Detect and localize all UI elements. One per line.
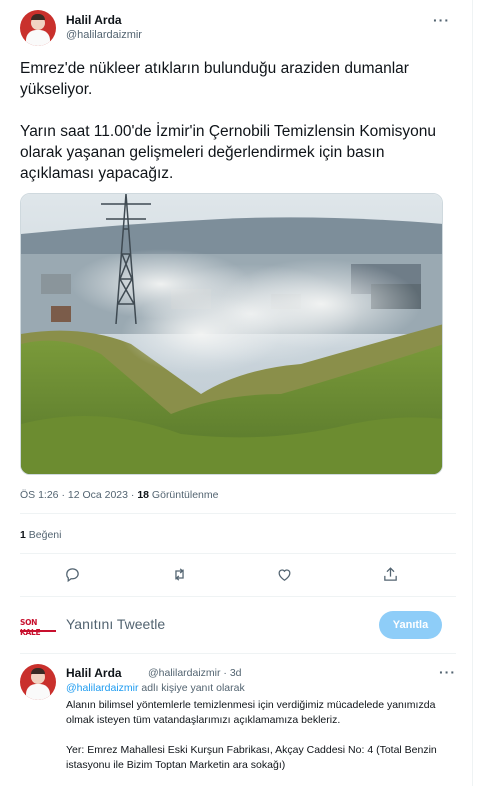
divider: [20, 513, 456, 514]
author-handle[interactable]: @halilardaizmir: [66, 29, 142, 41]
more-options-icon[interactable]: ···: [439, 664, 456, 680]
tweet-timestamp[interactable]: ÖS 1:26 · 12 Oca 2023 · 18 Görüntülenme: [20, 489, 218, 501]
reply-button[interactable]: Yanıtla: [379, 611, 442, 639]
tweet-header: Halil Arda @halilardaizmir ···: [20, 10, 450, 50]
reply-author-name[interactable]: Halil Arda: [66, 666, 122, 680]
likes-stat[interactable]: 1 Beğeni: [20, 529, 61, 541]
reply-input[interactable]: Yanıtını Tweetle: [66, 616, 165, 632]
user-avatar-logo[interactable]: SON KALE: [20, 618, 56, 637]
avatar[interactable]: [20, 664, 56, 700]
reply-paragraph: Alanın bilimsel yöntemlerle temizlenmesi…: [66, 699, 436, 726]
divider: [20, 596, 456, 597]
tweet-text: Emrez'de nükleer atıkların bulunduğu ara…: [20, 58, 450, 205]
tweet-actions: [20, 560, 456, 588]
replying-to-link[interactable]: @halilardaizmir: [66, 682, 139, 694]
author-name[interactable]: Halil Arda: [66, 13, 122, 27]
avatar[interactable]: [20, 10, 56, 46]
divider: [20, 653, 456, 654]
views-count: 18: [137, 489, 150, 501]
share-icon[interactable]: [378, 562, 402, 586]
views-label: Görüntülenme: [149, 489, 219, 501]
reply-paragraph: Yer: Emrez Mahallesi Eski Kurşun Fabrika…: [66, 744, 437, 771]
tweet-detail-page: Halil Arda @halilardaizmir ··· Emrez'de …: [0, 0, 476, 786]
reply-icon[interactable]: [60, 562, 84, 586]
likes-label: Beğeni: [25, 529, 62, 541]
reply-composer: SON KALE Yanıtını Tweetle Yanıtla: [20, 608, 456, 644]
divider: [20, 553, 456, 554]
smoke-landscape-image: [21, 194, 442, 474]
retweet-icon[interactable]: [167, 562, 191, 586]
heart-icon[interactable]: [272, 562, 296, 586]
column-border: [472, 0, 476, 786]
tweet-photo[interactable]: [20, 193, 443, 475]
replying-to-suffix: adlı kişiye yanıt olarak: [138, 682, 245, 694]
tweet-paragraph: Yarın saat 11.00'de İzmir'in Çernobili T…: [20, 123, 437, 182]
tweet-time[interactable]: ÖS 1:26 · 12 Oca 2023 ·: [20, 489, 137, 501]
reply-author-handle[interactable]: @halilardaizmir · 3d: [148, 667, 242, 679]
replying-to: @halilardaizmir adlı kişiye yanıt olarak: [66, 682, 245, 694]
more-options-icon[interactable]: ···: [433, 12, 450, 28]
reply-text: Alanın bilimsel yöntemlerle temizlenmesi…: [66, 698, 456, 786]
tweet-paragraph: Emrez'de nükleer atıkların bulunduğu ara…: [20, 60, 409, 98]
